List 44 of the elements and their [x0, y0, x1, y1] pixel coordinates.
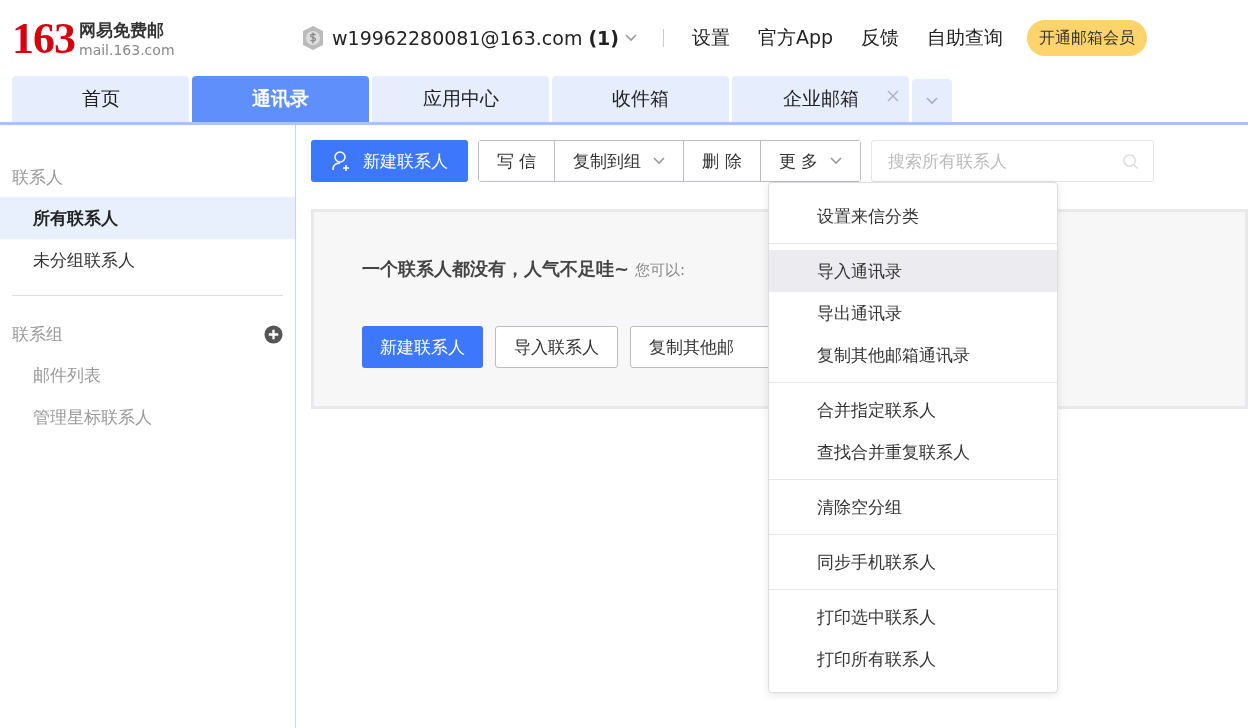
- chevron-down-icon: [926, 96, 938, 105]
- tab-more-button[interactable]: [912, 79, 952, 122]
- nav-tab[interactable]: 企业邮箱: [732, 76, 909, 122]
- empty-hint: 您可以:: [635, 261, 686, 280]
- sidebar-item[interactable]: 所有联系人: [0, 197, 295, 239]
- sidebar-section-title: 联系组: [12, 322, 63, 346]
- logo-number: 163: [12, 12, 75, 64]
- logo-name: 网易免费邮: [79, 18, 165, 42]
- search-box[interactable]: 搜索所有联系人: [871, 140, 1155, 182]
- action-button[interactable]: 新建联系人: [362, 326, 483, 368]
- close-icon[interactable]: [887, 90, 899, 102]
- toolbar-button[interactable]: 更 多: [759, 141, 861, 181]
- menu-item[interactable]: 打印选中联系人: [769, 596, 1057, 638]
- menu-item[interactable]: 设置来信分类: [769, 195, 1057, 237]
- top-link[interactable]: 官方App: [758, 25, 834, 51]
- chevron-down-icon: [653, 157, 666, 165]
- menu-item[interactable]: 导出通讯录: [769, 292, 1057, 334]
- account-email[interactable]: w19962280081@163.com: [332, 27, 583, 49]
- coin-icon: [300, 25, 326, 51]
- menu-item[interactable]: 复制其他邮箱通讯录: [769, 334, 1057, 376]
- nav-tab[interactable]: 应用中心: [372, 76, 549, 122]
- menu-item[interactable]: 同步手机联系人: [769, 541, 1057, 583]
- top-link[interactable]: 反馈: [861, 25, 900, 51]
- sidebar-section-title: 联系人: [12, 165, 63, 189]
- menu-item[interactable]: 合并指定联系人: [769, 389, 1057, 431]
- sidebar-item[interactable]: 未分组联系人: [0, 239, 295, 281]
- new-contact-button[interactable]: 新建联系人: [311, 140, 468, 182]
- unread-count: (1): [588, 27, 619, 49]
- menu-item[interactable]: 打印所有联系人: [769, 638, 1057, 680]
- top-link[interactable]: 设置: [692, 25, 730, 51]
- chevron-down-icon: [625, 34, 637, 42]
- menu-item[interactable]: 导入通讯录: [769, 250, 1057, 292]
- nav-tab[interactable]: 收件箱: [552, 76, 729, 122]
- empty-message: 一个联系人都没有，人气不足哇~: [362, 257, 630, 281]
- nav-tab[interactable]: 首页: [12, 76, 189, 122]
- logo-domain: mail.163.com: [79, 41, 175, 58]
- menu-item[interactable]: 查找合并重复联系人: [769, 431, 1057, 473]
- chevron-down-icon: [830, 157, 843, 165]
- top-link[interactable]: 自助查询: [927, 25, 1004, 51]
- add-icon[interactable]: [264, 324, 283, 344]
- search-icon[interactable]: [1122, 152, 1140, 170]
- menu-item[interactable]: 清除空分组: [769, 486, 1057, 528]
- action-button[interactable]: 导入联系人: [495, 326, 618, 368]
- vip-button[interactable]: 开通邮箱会员: [1027, 20, 1148, 56]
